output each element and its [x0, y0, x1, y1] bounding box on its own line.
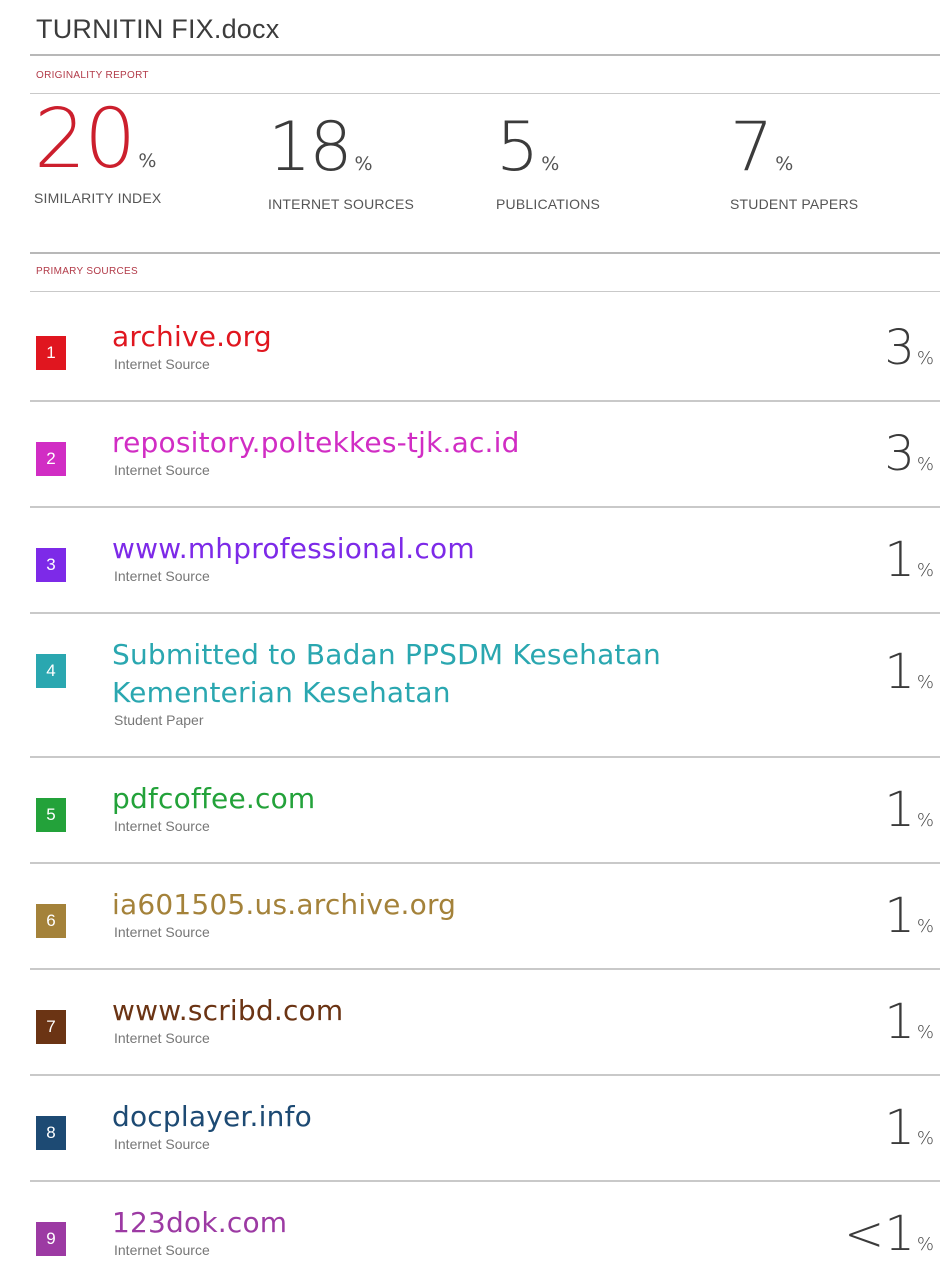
source-type: Internet Source [114, 356, 210, 372]
source-percentage-value: <1 [844, 1206, 915, 1262]
source-percentage-unit: % [916, 916, 934, 937]
source-rank-badge: 5 [36, 798, 66, 832]
source-percentage-value: 1 [884, 782, 915, 838]
source-name[interactable]: archive.org [112, 318, 272, 356]
source-percentage-unit: % [916, 1128, 934, 1149]
source-type: Internet Source [114, 1136, 210, 1152]
source-percentage-unit: % [916, 1022, 934, 1043]
source-percentage: 1% [884, 644, 934, 700]
publications-metric: 5% PUBLICATIONS [496, 108, 600, 212]
source-percentage: 1% [884, 994, 934, 1050]
source-type: Internet Source [114, 462, 210, 478]
source-percentage-value: 1 [884, 644, 915, 700]
source-percentage: 3% [884, 426, 934, 482]
source-name[interactable]: pdfcoffee.com [112, 780, 315, 818]
source-row: 6 ia601505.us.archive.org Internet Source 1… [30, 864, 940, 970]
similarity-index-unit: % [138, 150, 157, 172]
source-name[interactable]: Kementerian Kesehatan [112, 674, 451, 712]
similarity-index-metric: 20% SIMILARITY INDEX [34, 99, 162, 207]
source-name[interactable]: www.scribd.com [112, 992, 343, 1030]
internet-sources-value: 18 [268, 108, 353, 187]
source-percentage: 1% [884, 1100, 934, 1156]
source-type: Internet Source [114, 1242, 210, 1258]
primary-sources-rule [30, 291, 940, 292]
primary-sources-label: PRIMARY SOURCES [36, 266, 138, 277]
publications-label: PUBLICATIONS [496, 196, 601, 212]
student-papers-unit: % [775, 153, 794, 175]
source-percentage-value: 1 [884, 994, 915, 1050]
publications-unit: % [541, 153, 560, 175]
source-rank-badge: 8 [36, 1116, 66, 1150]
source-percentage: <1% [844, 1206, 934, 1262]
source-percentage-unit: % [916, 454, 934, 475]
source-row: 9 123dok.com Internet Source <1% [30, 1182, 940, 1273]
source-percentage-value: 3 [884, 320, 915, 376]
source-name[interactable]: www.mhprofessional.com [112, 530, 475, 568]
internet-sources-metric: 18% INTERNET SOURCES [268, 108, 414, 212]
originality-rule [30, 93, 940, 94]
source-rank-badge: 4 [36, 654, 66, 688]
internet-sources-unit: % [354, 153, 373, 175]
similarity-index-value: 20 [34, 92, 136, 187]
source-percentage-unit: % [916, 1234, 934, 1255]
source-percentage: 1% [884, 888, 934, 944]
source-percentage-unit: % [916, 810, 934, 831]
metrics-rule [30, 252, 940, 254]
source-percentage: 3% [884, 320, 934, 376]
source-name[interactable]: Submitted to Badan PPSDM Kesehatan [112, 636, 661, 674]
source-row: 2 repository.poltekkes-tjk.ac.id Internet … [30, 402, 940, 508]
source-rank-badge: 9 [36, 1222, 66, 1256]
originality-report-label: ORIGINALITY REPORT [36, 70, 149, 81]
source-percentage-unit: % [916, 560, 934, 581]
source-row: 5 pdfcoffee.com Internet Source 1% [30, 758, 940, 864]
source-type: Internet Source [114, 568, 210, 584]
similarity-index-label: SIMILARITY INDEX [34, 190, 162, 206]
source-type: Internet Source [114, 924, 210, 940]
publications-value: 5 [496, 108, 539, 187]
internet-sources-label: INTERNET SOURCES [268, 196, 415, 212]
title-rule [30, 54, 940, 56]
source-rank-badge: 2 [36, 442, 66, 476]
source-percentage-unit: % [916, 348, 934, 369]
primary-sources-list: 1 archive.org Internet Source 3% 2 repository… [30, 296, 940, 1273]
source-row: 7 www.scribd.com Internet Source 1% [30, 970, 940, 1076]
source-name[interactable]: docplayer.info [112, 1098, 312, 1136]
source-rank-badge: 3 [36, 548, 66, 582]
source-percentage-value: 1 [884, 1100, 915, 1156]
source-rank-badge: 6 [36, 904, 66, 938]
source-row: 1 archive.org Internet Source 3% [30, 296, 940, 402]
source-name[interactable]: ia601505.us.archive.org [112, 886, 456, 924]
source-row: 4 Submitted to Badan PPSDM Kesehatan Kemen… [30, 614, 940, 758]
source-row: 3 www.mhprofessional.com Internet Source 1% [30, 508, 940, 614]
source-rank-badge: 1 [36, 336, 66, 370]
source-percentage-unit: % [916, 672, 934, 693]
source-rank-badge: 7 [36, 1010, 66, 1044]
student-papers-value: 7 [730, 108, 773, 187]
source-percentage: 1% [884, 532, 934, 588]
source-row: 8 docplayer.info Internet Source 1% [30, 1076, 940, 1182]
source-name[interactable]: repository.poltekkes-tjk.ac.id [112, 424, 520, 462]
source-name[interactable]: 123dok.com [112, 1204, 287, 1242]
student-papers-label: STUDENT PAPERS [730, 196, 859, 212]
student-papers-metric: 7% STUDENT PAPERS [730, 108, 858, 212]
source-type: Student Paper [114, 712, 204, 728]
source-type: Internet Source [114, 818, 210, 834]
source-percentage-value: 1 [884, 888, 915, 944]
source-percentage-value: 3 [884, 426, 915, 482]
document-title: TURNITIN FIX.docx [36, 14, 280, 44]
source-percentage: 1% [884, 782, 934, 838]
source-percentage-value: 1 [884, 532, 915, 588]
source-type: Internet Source [114, 1030, 210, 1046]
